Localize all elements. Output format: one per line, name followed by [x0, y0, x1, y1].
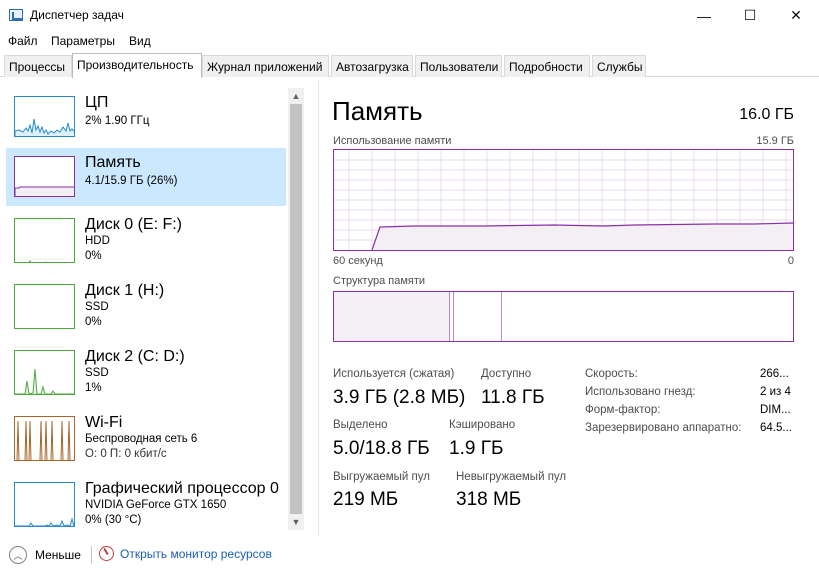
- speed-label: Скорость:: [585, 368, 638, 380]
- sidebar-item-title: Диск 2 (C: D:): [85, 348, 185, 365]
- scroll-up-icon[interactable]: ▲: [288, 88, 304, 104]
- disk2-thumbnail-graph: [14, 350, 75, 395]
- available-value: 11.8 ГБ: [481, 387, 545, 408]
- gpu-thumbnail-graph: [14, 482, 75, 527]
- total-memory: 16.0 ГБ: [739, 106, 794, 123]
- sidebar-item-gpu[interactable]: Графический процессор 0 NVIDIA GeForce G…: [6, 474, 286, 532]
- available-label: Доступно: [481, 368, 532, 380]
- menu-file[interactable]: Файл: [8, 34, 38, 48]
- memory-usage-graph: [333, 149, 794, 251]
- tab-users[interactable]: Пользователи: [415, 55, 502, 77]
- memory-detail-panel: Память 16.0 ГБ Использование памяти 15.9…: [319, 80, 819, 536]
- sidebar-item-type: SSD: [85, 301, 109, 313]
- open-resource-monitor-link[interactable]: Открыть монитор ресурсов: [99, 546, 272, 561]
- tab-app-history[interactable]: Журнал приложений: [202, 55, 329, 77]
- sidebar-item-adapter: Беспроводная сеть 6: [85, 433, 198, 445]
- resource-monitor-icon: [99, 546, 114, 561]
- scroll-down-icon[interactable]: ▼: [288, 514, 304, 530]
- usage-graph-label: Использование памяти: [333, 135, 452, 147]
- sidebar-item-type: HDD: [85, 235, 110, 247]
- sidebar-item-title: Память: [85, 154, 141, 171]
- composition-in-use: [334, 292, 450, 341]
- open-resource-monitor-label: Открыть монитор ресурсов: [120, 546, 272, 561]
- graph-x-right-label: 0: [787, 255, 794, 267]
- hardware-reserved-value: 64.5...: [760, 422, 792, 434]
- sidebar-item-title: Графический процессор 0: [85, 480, 279, 497]
- footer-separator: [91, 546, 92, 564]
- sidebar-item-title: ЦП: [85, 94, 109, 111]
- nonpaged-pool-label: Невыгружаемый пул: [456, 471, 567, 483]
- sidebar-item-disk-1[interactable]: Диск 1 (H:) SSD 0%: [6, 276, 286, 334]
- cached-value: 1.9 ГБ: [449, 438, 504, 459]
- tab-services[interactable]: Службы: [592, 55, 646, 77]
- sidebar-item-detail: О: 0 П: 0 кбит/с: [85, 448, 167, 460]
- in-use-label: Используется (сжатая): [333, 368, 455, 380]
- scrollbar-thumb[interactable]: [290, 104, 302, 514]
- sidebar-item-title: Wi-Fi: [85, 414, 123, 431]
- cpu-thumbnail-graph: [14, 96, 75, 137]
- usage-graph-max-label: 15.9 ГБ: [756, 135, 794, 147]
- sidebar-item-cpu[interactable]: ЦП 2% 1.90 ГГц: [6, 88, 286, 146]
- sidebar-item-disk-2[interactable]: Диск 2 (C: D:) SSD 1%: [6, 342, 286, 400]
- menu-options[interactable]: Параметры: [51, 34, 115, 48]
- paged-pool-label: Выгружаемый пул: [333, 471, 430, 483]
- hardware-reserved-label: Зарезервировано аппаратно:: [585, 422, 742, 434]
- committed-label: Выделено: [333, 419, 388, 431]
- sidebar-item-detail: 0%: [85, 316, 102, 328]
- paged-pool-value: 219 МБ: [333, 489, 399, 510]
- menu-view[interactable]: Вид: [129, 34, 151, 48]
- chevron-up-icon: ︿: [9, 546, 27, 564]
- wifi-thumbnail-graph: [14, 416, 75, 461]
- sidebar-item-type: SSD: [85, 367, 109, 379]
- sidebar-item-memory[interactable]: Память 4.1/15.9 ГБ (26%): [6, 148, 286, 206]
- composition-modified: [450, 292, 454, 341]
- sidebar-item-detail: 2% 1.90 ГГц: [85, 115, 150, 127]
- close-button[interactable]: ✕: [773, 0, 819, 31]
- nonpaged-pool-value: 318 МБ: [456, 489, 522, 510]
- sidebar-item-disk-0[interactable]: Диск 0 (E: F:) HDD 0%: [6, 210, 286, 268]
- disk0-thumbnail-graph: [14, 218, 75, 263]
- menu-bar: Файл Параметры Вид: [0, 31, 819, 52]
- tab-strip: Процессы Производительность Журнал прило…: [0, 53, 819, 78]
- memory-thumbnail-graph: [14, 156, 75, 197]
- committed-value: 5.0/18.8 ГБ: [333, 438, 430, 459]
- sidebar-item-detail: 1%: [85, 382, 102, 394]
- sidebar-item-title: Диск 1 (H:): [85, 282, 165, 299]
- page-title: Память: [332, 96, 423, 126]
- tab-startup[interactable]: Автозагрузка: [331, 55, 413, 77]
- tab-processes[interactable]: Процессы: [4, 55, 72, 77]
- maximize-button[interactable]: ☐: [727, 0, 773, 31]
- minimize-button[interactable]: —: [681, 0, 727, 31]
- fewer-details-label: Меньше: [35, 548, 81, 562]
- window-title: Диспетчер задач: [30, 8, 124, 22]
- form-factor-value: DIM...: [760, 404, 791, 416]
- memory-composition-bar: [333, 291, 794, 342]
- title-bar: Диспетчер задач — ☐ ✕: [0, 0, 819, 31]
- fewer-details-button[interactable]: ︿ Меньше: [9, 546, 81, 564]
- cached-label: Кэшировано: [449, 419, 516, 431]
- graph-x-left-label: 60 секунд: [333, 255, 383, 267]
- composition-standby: [455, 292, 502, 341]
- slots-used-value: 2 из 4: [760, 386, 791, 398]
- sidebar-item-detail: 0%: [85, 250, 102, 262]
- resource-list: ЦП 2% 1.90 ГГц Память 4.1/15.9 ГБ (26%) …: [0, 80, 305, 536]
- composition-label: Структура памяти: [333, 275, 426, 287]
- sidebar-item-model: NVIDIA GeForce GTX 1650: [85, 499, 227, 511]
- in-use-value: 3.9 ГБ (2.8 МБ): [333, 387, 466, 408]
- tab-performance[interactable]: Производительность: [72, 53, 202, 78]
- sidebar-item-detail: 4.1/15.9 ГБ (26%): [85, 175, 178, 187]
- sidebar-item-wifi[interactable]: Wi-Fi Беспроводная сеть 6 О: 0 П: 0 кбит…: [6, 408, 286, 466]
- footer-bar: ︿ Меньше Открыть монитор ресурсов: [0, 536, 819, 577]
- sidebar-item-detail: 0% (30 °C): [85, 514, 142, 526]
- task-manager-icon: [9, 9, 23, 21]
- form-factor-label: Форм-фактор:: [585, 404, 661, 416]
- speed-value: 266...: [760, 368, 789, 380]
- slots-used-label: Использовано гнезд:: [585, 386, 696, 398]
- disk1-thumbnail-graph: [14, 284, 75, 329]
- sidebar-item-title: Диск 0 (E: F:): [85, 216, 182, 233]
- tab-details[interactable]: Подробности: [504, 55, 590, 77]
- sidebar-scrollbar[interactable]: ▲ ▼: [288, 88, 304, 530]
